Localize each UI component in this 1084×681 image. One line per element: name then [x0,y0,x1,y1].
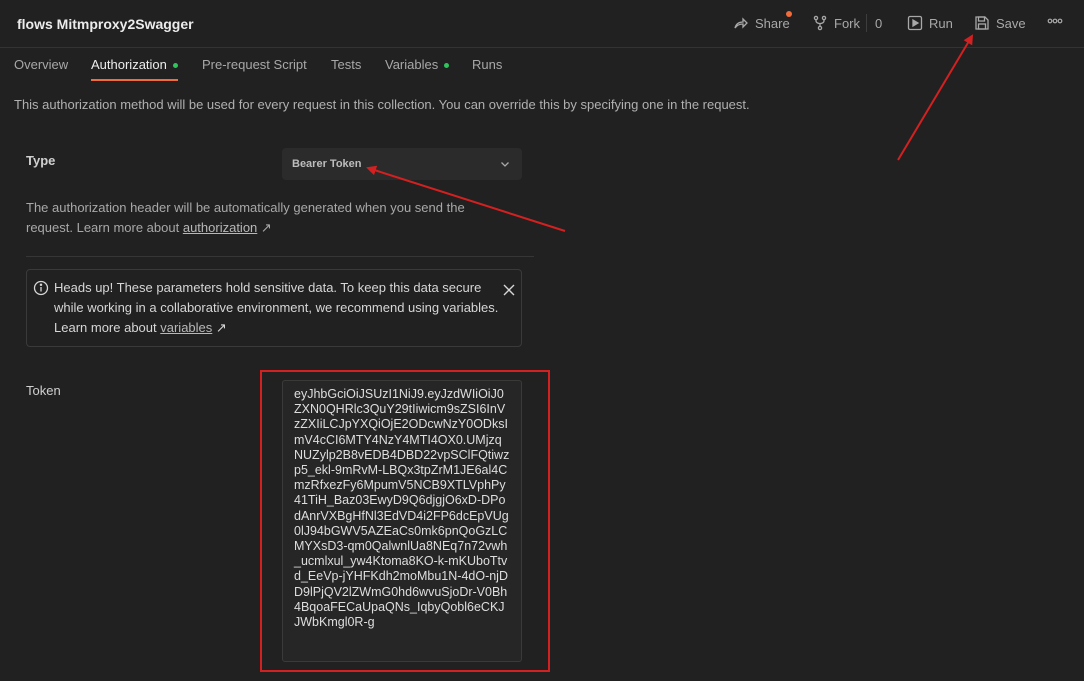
play-icon [907,15,923,31]
save-button[interactable]: Save [974,15,1026,31]
auth-help-text: The authorization header will be automat… [26,200,465,235]
fork-button[interactable]: Fork [812,15,860,31]
notification-dot [786,11,792,17]
info-icon [33,280,49,296]
status-dot [172,63,178,69]
auth-type-select[interactable]: Bearer Token [282,148,522,180]
save-label: Save [996,15,1026,31]
fork-icon [813,15,827,31]
run-label: Run [929,15,953,31]
collection-title: flows Mitmproxy2Swagger [17,16,194,32]
collection-tabs: Overview Authorization Pre-request Scrip… [0,48,1084,82]
tab-authorization[interactable]: Authorization [91,57,178,72]
annotation-highlight-box [260,370,550,672]
auth-description: This authorization method will be used f… [14,97,750,112]
auth-type-value: Bearer Token [292,158,362,170]
notice-text: Heads up! These parameters hold sensitiv… [54,280,499,335]
tab-overview[interactable]: Overview [14,57,68,72]
collection-header: flows Mitmproxy2Swagger Share Fork 0 Run… [0,0,1084,48]
tab-pre-request-script[interactable]: Pre-request Script [202,57,307,72]
variables-link[interactable]: variables [160,320,212,335]
save-icon [975,16,989,30]
more-options-button[interactable] [1047,17,1063,25]
share-icon [734,17,748,29]
section-divider [26,256,534,257]
fork-count: 0 [875,16,883,31]
token-label: Token [26,383,61,398]
ellipsis-icon [1047,18,1063,24]
share-label: Share [755,15,790,31]
sensitive-data-notice: Heads up! These parameters hold sensitiv… [26,269,522,347]
tab-runs[interactable]: Runs [472,57,502,72]
status-dot [444,63,450,69]
close-icon[interactable] [503,284,515,296]
tab-tests[interactable]: Tests [331,57,361,72]
active-tab-indicator [91,79,178,81]
type-label: Type [26,153,56,168]
external-link-icon: ↗ [260,220,272,235]
run-button[interactable]: Run [907,15,953,31]
fork-label: Fork [834,15,860,31]
external-link-icon: ↗ [215,320,227,335]
header-separator [866,14,867,32]
share-button[interactable]: Share [733,11,792,31]
chevron-down-icon [501,162,509,167]
tab-variables[interactable]: Variables [385,57,450,72]
authorization-link[interactable]: authorization [183,220,257,235]
